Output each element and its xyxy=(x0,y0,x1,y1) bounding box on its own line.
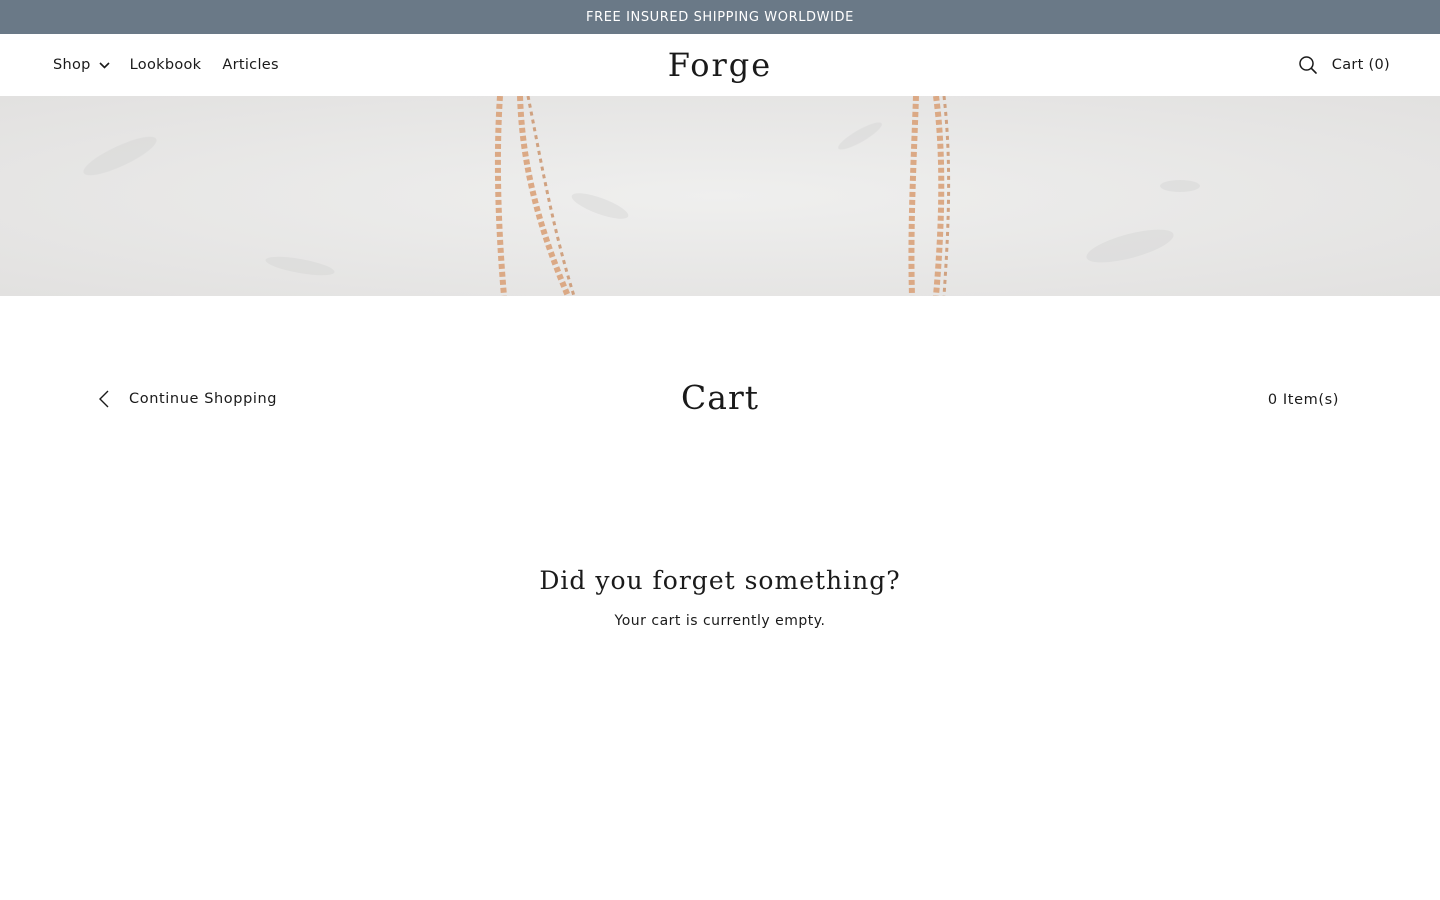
main-nav: Shop Lookbook Articles xyxy=(53,34,279,96)
nav-item-lookbook[interactable]: Lookbook xyxy=(130,57,202,73)
gold-chain-image xyxy=(0,96,1440,296)
cart-header: Continue Shopping Cart 0 Item(s) xyxy=(0,370,1440,436)
continue-shopping-link[interactable]: Continue Shopping xyxy=(98,390,277,408)
search-icon[interactable] xyxy=(1298,55,1318,75)
empty-cart-message: Did you forget something? Your cart is c… xyxy=(420,566,1020,629)
cart-item-count: 0 Item(s) xyxy=(1267,392,1339,408)
nav-item-shop[interactable]: Shop xyxy=(53,57,110,73)
site-logo[interactable]: Forge xyxy=(620,34,820,96)
announcement-bar: FREE INSURED SHIPPING WORLDWIDE xyxy=(0,0,1440,34)
page-title: Cart xyxy=(681,378,759,417)
hero-banner-image xyxy=(0,96,1440,296)
nav-item-label: Lookbook xyxy=(129,57,202,73)
continue-shopping-label: Continue Shopping xyxy=(129,391,278,407)
site-header: Shop Lookbook Articles Forge Cart (0) xyxy=(0,34,1440,96)
chevron-down-icon xyxy=(99,61,110,69)
header-actions: Cart (0) xyxy=(1298,34,1390,96)
empty-cart-heading: Did you forget something? xyxy=(539,566,901,595)
announcement-text: FREE INSURED SHIPPING WORLDWIDE xyxy=(586,9,854,25)
nav-item-articles[interactable]: Articles xyxy=(222,57,278,73)
empty-cart-text: Your cart is currently empty. xyxy=(614,613,826,629)
cart-link[interactable]: Cart (0) xyxy=(1332,57,1390,73)
nav-item-label: Articles xyxy=(222,57,279,73)
nav-item-label: Shop xyxy=(53,57,91,73)
chevron-left-icon xyxy=(99,390,109,408)
